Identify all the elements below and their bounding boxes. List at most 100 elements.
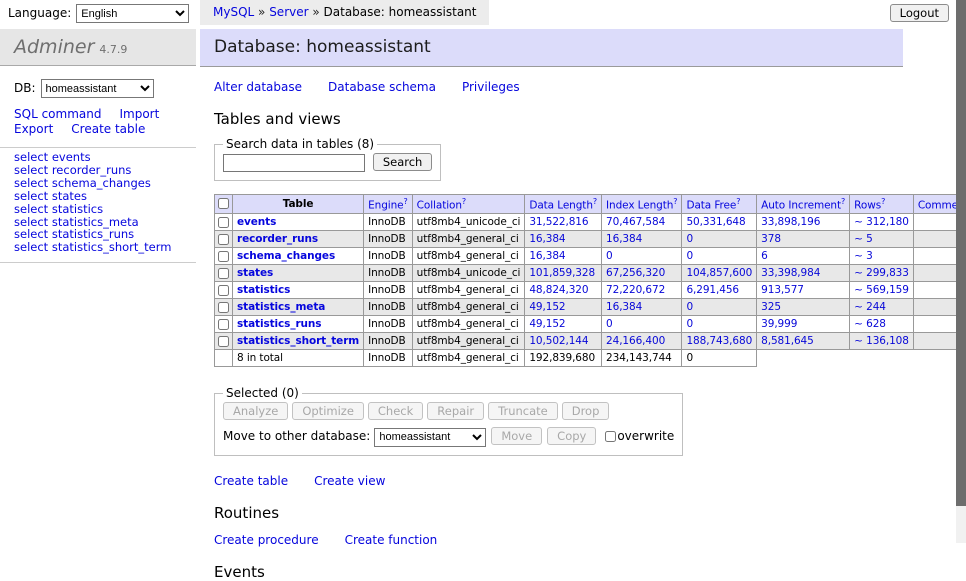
routines-links: Create procedure Create function xyxy=(214,533,914,547)
drop-button[interactable]: Drop xyxy=(562,402,610,420)
search-input[interactable] xyxy=(223,154,365,172)
table-name-cell: statistics_runs xyxy=(233,316,364,333)
total-collation: utf8mb4_general_ci xyxy=(412,350,525,367)
table-name-link-events[interactable]: events xyxy=(237,216,276,228)
help-icon[interactable]: ? xyxy=(404,197,408,206)
select-link-events[interactable]: select xyxy=(14,150,48,164)
db-action-alter-database[interactable]: Alter database xyxy=(214,80,302,94)
table-link-events[interactable]: events xyxy=(52,150,91,164)
search-fieldset: Search data in tables (8) Search xyxy=(214,137,441,181)
cell-index-length: 16,384 xyxy=(602,231,682,248)
column-header-link-data-length[interactable]: Data Length xyxy=(529,199,593,211)
column-header-link-index-length[interactable]: Index Length xyxy=(606,199,673,211)
cell-index-length: 0 xyxy=(602,248,682,265)
logout-button[interactable]: Logout xyxy=(890,4,949,22)
repair-button[interactable]: Repair xyxy=(427,402,484,420)
cell-index-length: 0 xyxy=(602,316,682,333)
row-checkbox-recorder-runs[interactable] xyxy=(218,234,229,245)
column-header-link-rows[interactable]: Rows xyxy=(854,199,881,211)
language-select[interactable]: English xyxy=(76,4,189,23)
scrollbar-thumb[interactable] xyxy=(956,0,966,506)
cell-data-free: 6,291,456 xyxy=(682,282,757,299)
help-icon[interactable]: ? xyxy=(673,197,677,206)
column-header-link-data-free[interactable]: Data Free xyxy=(686,199,736,211)
table-name-link-statistics-short-term[interactable]: statistics_short_term xyxy=(237,335,359,347)
analyze-button[interactable]: Analyze xyxy=(223,402,288,420)
select-link-statistics-runs[interactable]: select xyxy=(14,227,48,241)
table-link-schema-changes[interactable]: schema_changes xyxy=(52,176,151,190)
table-name-link-states[interactable]: states xyxy=(237,267,273,279)
table-link-recorder-runs[interactable]: recorder_runs xyxy=(52,163,132,177)
table-name-link-recorder-runs[interactable]: recorder_runs xyxy=(237,233,318,245)
move-button[interactable]: Move xyxy=(491,427,542,445)
row-checkbox-cell xyxy=(215,333,233,350)
cell-auto-increment: 39,999 xyxy=(757,316,850,333)
link-create-table[interactable]: Create table xyxy=(214,474,288,488)
help-icon[interactable]: ? xyxy=(462,197,466,206)
table-name-link-schema-changes[interactable]: schema_changes xyxy=(237,250,335,262)
table-name-link-statistics-runs[interactable]: statistics_runs xyxy=(237,318,321,330)
column-header-link-auto-increment[interactable]: Auto Increment xyxy=(761,199,841,211)
select-link-recorder-runs[interactable]: select xyxy=(14,163,48,177)
column-header-label: Table xyxy=(283,198,314,210)
help-icon[interactable]: ? xyxy=(841,197,845,206)
select-link-schema-changes[interactable]: select xyxy=(14,176,48,190)
link-create-function[interactable]: Create function xyxy=(345,533,438,547)
table-name-link-statistics-meta[interactable]: statistics_meta xyxy=(237,301,325,313)
help-icon[interactable]: ? xyxy=(736,197,740,206)
select-link-statistics-short-term[interactable]: select xyxy=(14,240,48,254)
sidebar-link-create-table[interactable]: Create table xyxy=(71,122,145,136)
check-button[interactable]: Check xyxy=(368,402,423,420)
link-create-procedure[interactable]: Create procedure xyxy=(214,533,319,547)
help-icon[interactable]: ? xyxy=(593,197,597,206)
table-name-cell: recorder_runs xyxy=(233,231,364,248)
table-link-states[interactable]: states xyxy=(52,189,87,203)
row-checkbox-statistics[interactable] xyxy=(218,285,229,296)
sidebar-link-export[interactable]: Export xyxy=(14,122,53,136)
help-icon[interactable]: ? xyxy=(881,197,885,206)
select-link-statistics-meta[interactable]: select xyxy=(14,215,48,229)
db-select[interactable]: homeassistant xyxy=(41,79,154,98)
breadcrumb-item-server[interactable]: Server xyxy=(269,5,308,19)
breadcrumb-item-database-homeassistant: Database: homeassistant xyxy=(324,5,477,19)
column-header-link-engine[interactable]: Engine xyxy=(368,199,403,211)
select-link-statistics[interactable]: select xyxy=(14,202,48,216)
table-link-statistics-short-term[interactable]: statistics_short_term xyxy=(52,240,172,254)
row-checkbox-events[interactable] xyxy=(218,217,229,228)
breadcrumb: MySQL » Server » Database: homeassistant xyxy=(200,0,489,25)
cell-data-free: 0 xyxy=(682,231,757,248)
cell-index-length: 16,384 xyxy=(602,299,682,316)
table-name-cell: statistics_meta xyxy=(233,299,364,316)
db-action-links: Alter database Database schema Privileges xyxy=(214,80,914,94)
breadcrumb-item-mysql[interactable]: MySQL xyxy=(213,5,254,19)
truncate-button[interactable]: Truncate xyxy=(488,402,558,420)
row-checkbox-statistics-meta[interactable] xyxy=(218,302,229,313)
select-all-checkbox[interactable] xyxy=(218,198,229,209)
row-checkbox-cell xyxy=(215,316,233,333)
table-row-statistics-short-term: statistics_short_termInnoDButf8mb4_gener… xyxy=(215,333,966,350)
row-checkbox-schema-changes[interactable] xyxy=(218,251,229,262)
link-create-view[interactable]: Create view xyxy=(314,474,385,488)
table-name-link-statistics[interactable]: statistics xyxy=(237,284,290,296)
logout-wrap: Logout xyxy=(890,4,949,22)
row-checkbox-statistics-short-term[interactable] xyxy=(218,336,229,347)
sidebar-link-import[interactable]: Import xyxy=(119,107,159,121)
table-link-statistics-meta[interactable]: statistics_meta xyxy=(52,215,139,229)
table-link-statistics-runs[interactable]: statistics_runs xyxy=(52,227,134,241)
select-link-states[interactable]: select xyxy=(14,189,48,203)
row-checkbox-states[interactable] xyxy=(218,268,229,279)
scrollbar-track[interactable] xyxy=(956,0,966,543)
search-button[interactable]: Search xyxy=(373,153,433,171)
column-header-link-collation[interactable]: Collation xyxy=(417,199,462,211)
overwrite-checkbox[interactable] xyxy=(605,431,616,442)
db-action-database-schema[interactable]: Database schema xyxy=(328,80,436,94)
cell-data-free: 104,857,600 xyxy=(682,265,757,282)
copy-button[interactable]: Copy xyxy=(547,427,596,445)
row-checkbox-statistics-runs[interactable] xyxy=(218,319,229,330)
move-database-select[interactable]: homeassistant xyxy=(374,428,486,447)
db-action-privileges[interactable]: Privileges xyxy=(462,80,520,94)
cell-data-free: 0 xyxy=(682,299,757,316)
sidebar-link-sql-command[interactable]: SQL command xyxy=(14,107,101,121)
table-link-statistics[interactable]: statistics xyxy=(52,202,103,216)
optimize-button[interactable]: Optimize xyxy=(292,402,364,420)
